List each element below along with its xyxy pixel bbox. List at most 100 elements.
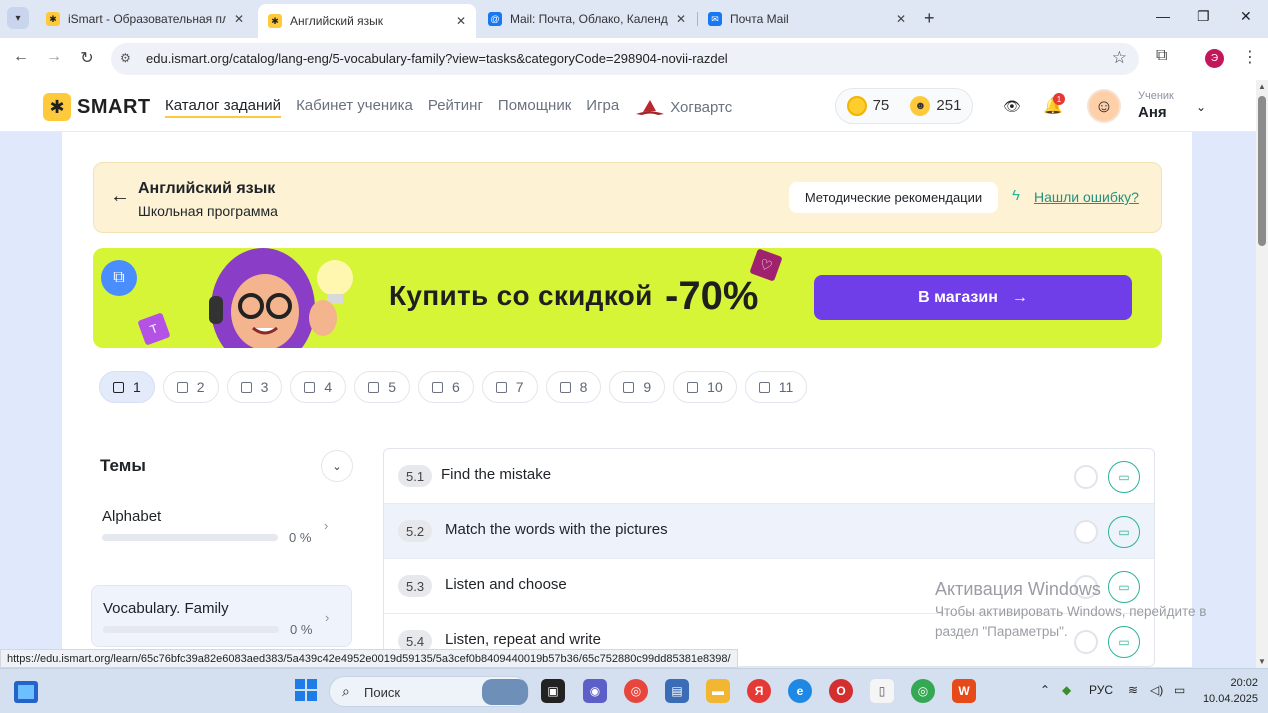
clock-time[interactable]: 20:02 xyxy=(1226,677,1258,689)
opera-icon[interactable]: O xyxy=(829,679,853,703)
new-tab-button[interactable]: + xyxy=(924,8,935,29)
windows-activation-subtitle: Чтобы активировать Windows, перейдите в … xyxy=(935,604,1207,639)
folder-icon[interactable]: ▭ xyxy=(1108,571,1140,603)
eye-icon[interactable]: 👁 xyxy=(1003,98,1021,115)
edge-icon[interactable]: e xyxy=(788,679,812,703)
start-windows-icon[interactable] xyxy=(295,679,317,701)
teams-icon[interactable]: ◉ xyxy=(583,679,607,703)
nav-rating[interactable]: Рейтинг xyxy=(428,97,483,118)
smiles-value: 251 xyxy=(936,96,962,114)
topics-collapse-button[interactable]: ⌄ xyxy=(321,450,353,482)
topic-name: Alphabet xyxy=(102,508,162,525)
save-disk-icon[interactable]: ▤ xyxy=(665,679,689,703)
bookmark-star-icon[interactable]: ☆ xyxy=(1112,48,1127,68)
nav-game[interactable]: Игра xyxy=(586,97,619,118)
topic-item-active[interactable]: Vocabulary. Family 0 % › xyxy=(91,585,352,647)
book-icon xyxy=(304,381,316,393)
reload-button[interactable]: ↻ xyxy=(76,48,98,68)
page-scrollbar[interactable]: ▲ ▼ xyxy=(1256,80,1268,668)
shop-button-label: В магазин xyxy=(918,288,998,306)
taskbar-search[interactable]: ⌕ Поиск xyxy=(329,676,529,707)
grade-5[interactable]: 5 xyxy=(354,371,410,403)
grade-7[interactable]: 7 xyxy=(481,371,538,403)
book-icon xyxy=(687,381,699,393)
document-icon[interactable]: ▯ xyxy=(870,679,894,703)
grade-9[interactable]: 9 xyxy=(609,371,666,403)
profile-avatar-button[interactable]: Э xyxy=(1205,49,1224,68)
tray-chevron-up-icon[interactable]: ⌃ xyxy=(1040,683,1050,697)
grade-2[interactable]: 2 xyxy=(162,371,219,403)
yandex-icon[interactable]: Я xyxy=(747,679,771,703)
task-view-icon[interactable]: ▣ xyxy=(541,679,565,703)
nav-helper[interactable]: Помощник xyxy=(498,97,571,118)
scroll-thumb[interactable] xyxy=(1258,96,1266,246)
close-tab-icon[interactable]: ✕ xyxy=(234,12,244,26)
task-row[interactable]: 5.1 Find the mistake ▭ xyxy=(384,449,1154,504)
tab-search-menu-icon[interactable]: ▾ xyxy=(7,7,29,29)
tray-app-icon[interactable]: ◆ xyxy=(1062,683,1071,697)
nav-hogwarts[interactable]: Хогвартс xyxy=(634,97,732,118)
promo-banner[interactable]: ⧉ T Купить со скидкой -70% ♡ В магазин → xyxy=(93,248,1162,348)
extensions-puzzle-icon[interactable]: ⧉ xyxy=(1156,47,1167,65)
wifi-icon[interactable]: ≋ xyxy=(1128,683,1138,697)
grade-4[interactable]: 4 xyxy=(290,371,347,403)
book-icon xyxy=(559,381,571,393)
wps-office-icon[interactable]: W xyxy=(952,679,976,703)
close-tab-icon[interactable]: ✕ xyxy=(676,12,686,26)
mail-at-favicon-icon: @ xyxy=(488,12,502,26)
keyboard-language[interactable]: РУС xyxy=(1089,683,1113,697)
tab-pochta-mail[interactable]: ✉ Почта Mail ✕ xyxy=(698,4,916,34)
topic-item[interactable]: Alphabet 0 % › xyxy=(91,494,352,556)
open-book-icon xyxy=(113,381,124,393)
task-row[interactable]: 5.2 Match the words with the pictures ▭ xyxy=(384,504,1154,559)
nav-catalog[interactable]: Каталог заданий xyxy=(165,97,282,118)
address-url[interactable]: edu.ismart.org/catalog/lang-eng/5-vocabu… xyxy=(146,51,728,66)
browser-menu-icon[interactable]: ⋮ xyxy=(1242,47,1258,67)
grade-1[interactable]: 1 xyxy=(99,371,155,403)
back-button[interactable]: ← xyxy=(10,48,32,66)
folder-icon[interactable]: ▭ xyxy=(1108,516,1140,548)
scroll-up-icon[interactable]: ▲ xyxy=(1258,82,1266,91)
forward-button[interactable]: → xyxy=(43,48,65,66)
volume-icon[interactable]: ◁) xyxy=(1150,683,1163,697)
grade-8[interactable]: 8 xyxy=(545,371,602,403)
grade-3[interactable]: 3 xyxy=(226,371,283,403)
taskbar-search-label: Поиск xyxy=(364,685,401,700)
tab-english[interactable]: ✱ Английский язык ✕ xyxy=(258,4,476,38)
close-window-button[interactable]: ✕ xyxy=(1240,8,1252,25)
grade-6[interactable]: 6 xyxy=(417,371,474,403)
site-info-icon[interactable]: ⚙ xyxy=(120,51,131,65)
minimize-window-button[interactable]: — xyxy=(1156,8,1170,24)
subject-title: Английский язык xyxy=(138,180,276,197)
battery-icon[interactable]: ▭ xyxy=(1174,683,1185,697)
report-error-link[interactable]: Нашли ошибку? xyxy=(1034,189,1139,205)
book-icon xyxy=(758,381,770,393)
folder-icon[interactable]: ▭ xyxy=(1108,461,1140,493)
methodical-recommendations-button[interactable]: Методические рекомендации xyxy=(789,182,998,213)
close-tab-icon[interactable]: ✕ xyxy=(896,12,906,26)
ismart-logo[interactable]: ✱ SMART xyxy=(43,93,151,121)
tab-ismart[interactable]: ✱ iSmart - Образовательная пла ✕ xyxy=(36,4,254,34)
tab-mail-cloud[interactable]: @ Mail: Почта, Облако, Календар ✕ xyxy=(478,4,696,34)
restore-window-button[interactable]: ❐ xyxy=(1197,8,1210,25)
shop-button[interactable]: В магазин → xyxy=(814,275,1132,320)
grade-10[interactable]: 10 xyxy=(673,371,737,403)
nav-student-cabinet[interactable]: Кабинет ученика xyxy=(296,97,413,118)
close-tab-icon[interactable]: ✕ xyxy=(456,14,466,28)
currency-counters[interactable]: 75 ☻ 251 xyxy=(835,88,973,124)
chevron-down-icon[interactable]: ⌄ xyxy=(1196,100,1206,114)
chrome-icon[interactable]: ◎ xyxy=(624,679,648,703)
user-avatar[interactable]: ☺ xyxy=(1087,89,1121,123)
user-name[interactable]: Аня xyxy=(1138,104,1167,121)
back-arrow-icon[interactable]: ← xyxy=(110,185,130,208)
file-explorer-icon[interactable]: ▬ xyxy=(706,679,730,703)
scroll-down-icon[interactable]: ▼ xyxy=(1258,657,1266,666)
main-nav: Каталог заданий Кабинет ученика Рейтинг … xyxy=(165,97,732,118)
task-status-circle xyxy=(1074,520,1098,544)
clock-date[interactable]: 10.04.2025 xyxy=(1200,693,1258,705)
chrome-secondary-icon[interactable]: ◎ xyxy=(911,679,935,703)
promo-cube-icon: T xyxy=(137,312,171,346)
grade-11[interactable]: 11 xyxy=(744,371,808,403)
address-bar[interactable]: ⚙ edu.ismart.org/catalog/lang-eng/5-voca… xyxy=(111,43,1139,75)
widgets-icon[interactable] xyxy=(14,681,38,703)
